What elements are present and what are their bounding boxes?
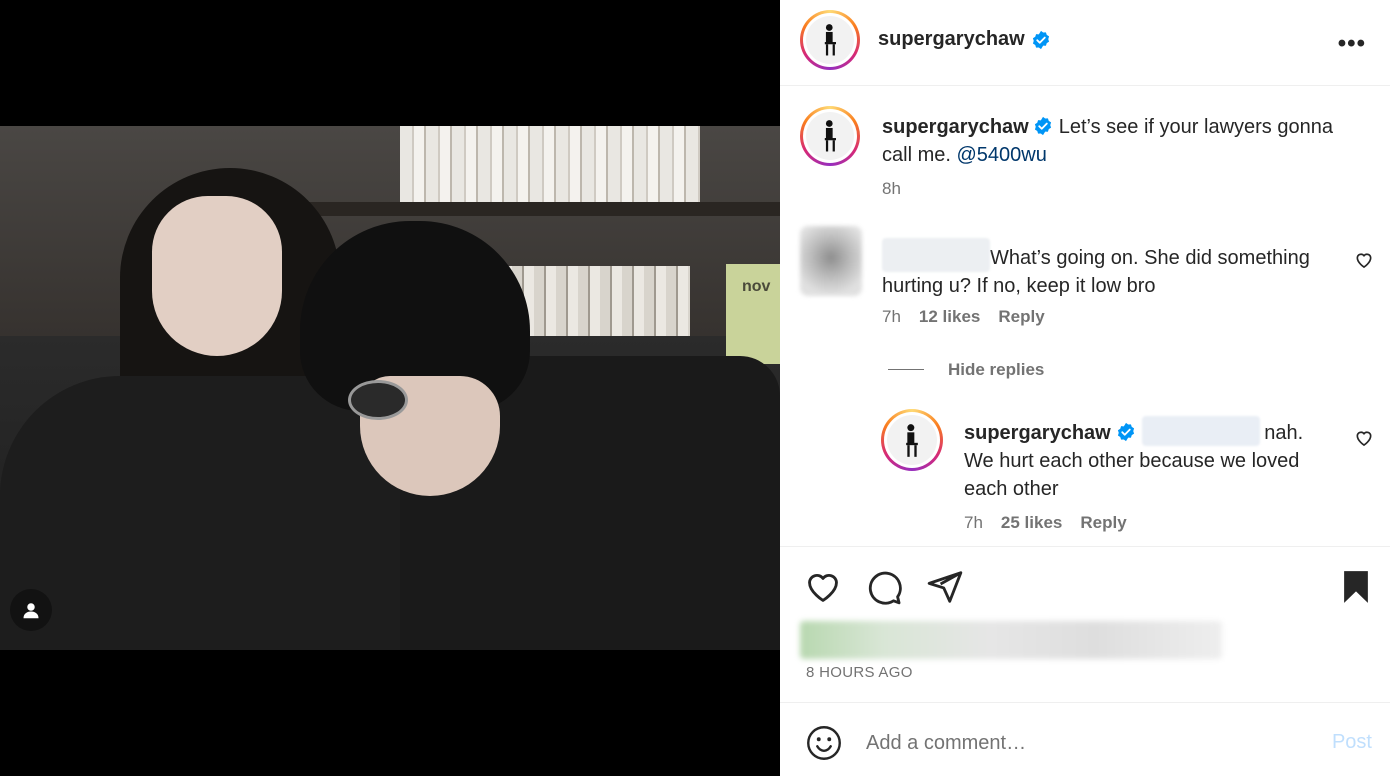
shelf-board (260, 202, 780, 216)
more-options-icon[interactable]: ••• (1338, 30, 1366, 58)
post-caption: supergarychaw Let’s see if your lawyers … (882, 113, 1362, 169)
reply-likes-count[interactable]: 25 likes (1001, 513, 1062, 533)
reply-reply-button[interactable]: Reply (1080, 513, 1126, 533)
post-media-pane: nov (0, 0, 780, 776)
commenter-username-blurred[interactable] (882, 238, 990, 272)
book-spine-text: nov (742, 278, 771, 295)
commenter-avatar-blurred[interactable] (800, 226, 862, 296)
post-date[interactable]: 8 HOURS AGO (806, 664, 913, 681)
author-avatar[interactable] (800, 10, 860, 70)
post-header: supergarychaw ••• (780, 0, 1390, 86)
verified-badge-icon (1034, 116, 1051, 136)
mentioned-username-blurred[interactable] (1142, 416, 1261, 446)
post-details-panel: supergarychaw ••• supergarychaw Let’s se… (780, 0, 1390, 776)
tagged-users-button[interactable] (10, 589, 52, 631)
caption-author-avatar[interactable] (800, 106, 860, 166)
verified-badge-icon (1032, 30, 1049, 49)
likes-summary-blurred[interactable] (800, 621, 1222, 659)
comment-text-block: What’s going on. She did something hurti… (882, 238, 1342, 300)
silhouette-icon (906, 423, 918, 457)
person-icon (23, 603, 39, 619)
reply-text-rest: We hurt each other because we loved each… (964, 450, 1300, 500)
heart-icon[interactable] (804, 568, 842, 606)
hide-replies-button[interactable]: Hide replies (948, 360, 1044, 380)
comment-timestamp[interactable]: 7h (882, 307, 901, 327)
silhouette-icon (824, 24, 836, 56)
reply-meta: 7h 25 likes Reply (964, 513, 1127, 533)
comment-reply-button[interactable]: Reply (998, 307, 1044, 327)
caption-mention-link[interactable]: @5400wu (956, 144, 1046, 166)
reply-author-avatar[interactable] (881, 409, 943, 471)
post-comment-button[interactable]: Post (1332, 731, 1372, 754)
woman-face (152, 196, 282, 356)
hide-replies-line (888, 369, 924, 370)
comment-like-heart-icon[interactable] (1354, 250, 1374, 270)
send-icon[interactable] (926, 568, 964, 606)
reply-text-start: nah. (1264, 422, 1304, 444)
comment-icon[interactable] (865, 568, 903, 606)
comment-likes-count[interactable]: 12 likes (919, 307, 980, 327)
post-action-bar (780, 546, 1390, 630)
comment-input[interactable] (866, 723, 1296, 763)
comment-meta: 7h 12 likes Reply (882, 307, 1045, 327)
author-username[interactable]: supergarychaw (878, 28, 1025, 51)
reply-timestamp[interactable]: 7h (964, 513, 983, 533)
bookmark-filled-icon[interactable] (1337, 568, 1375, 606)
caption-timestamp[interactable]: 8h (882, 179, 901, 199)
silhouette-icon (824, 120, 836, 152)
post-photo[interactable]: nov (0, 126, 780, 650)
reply-text-block: supergarychaw nah. We hurt each other be… (964, 416, 1334, 503)
smile-icon[interactable] (806, 725, 842, 761)
sunglasses (348, 380, 408, 420)
caption-username[interactable]: supergarychaw (882, 116, 1029, 138)
reply-like-heart-icon[interactable] (1354, 428, 1374, 448)
verified-badge-icon (1118, 422, 1135, 442)
books-row-top (400, 126, 700, 204)
reply-username[interactable]: supergarychaw (964, 422, 1111, 444)
add-comment-bar: Post (780, 702, 1390, 776)
